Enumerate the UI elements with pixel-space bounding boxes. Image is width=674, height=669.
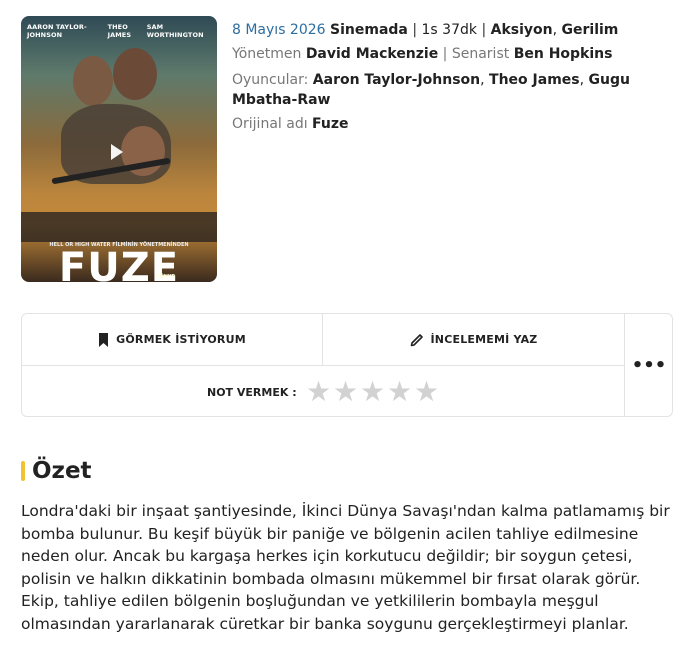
crew-row: Yönetmen David Mackenzie | Senarist Ben … bbox=[232, 46, 613, 62]
release-status: Sinemada bbox=[330, 22, 408, 38]
action-box: GÖRMEK İSTİYORUM İNCELEMEMİ YAZ NOT VERM… bbox=[21, 313, 673, 417]
poster-figure-2 bbox=[113, 48, 157, 100]
star-icon[interactable]: ★ bbox=[306, 378, 333, 406]
original-title-row: Orijinal adı Fuze bbox=[232, 114, 662, 134]
genre-link-2[interactable]: Gerilim bbox=[562, 22, 619, 38]
star-icon[interactable]: ★ bbox=[414, 378, 441, 406]
star-icon[interactable]: ★ bbox=[387, 378, 414, 406]
poster-figure-1 bbox=[73, 56, 113, 106]
director-link[interactable]: David Mackenzie bbox=[306, 46, 438, 62]
bookmark-icon bbox=[99, 332, 109, 347]
cast-row: Oyuncular: Aaron Taylor-Johnson, Theo Ja… bbox=[232, 72, 630, 108]
cast-link-2[interactable]: Theo James bbox=[489, 72, 580, 88]
write-review-label: İNCELEMEMİ YAZ bbox=[430, 333, 538, 346]
duration: 1s 37dk bbox=[421, 22, 477, 38]
release-row: 8 Mayıs 2026 Sinemada | 1s 37dk | Aksiyo… bbox=[232, 22, 619, 38]
poster-actor-3: SAM WORTHINGTON bbox=[146, 23, 204, 39]
star-icon[interactable]: ★ bbox=[333, 378, 360, 406]
heading-accent-bar bbox=[21, 461, 25, 481]
writer-link[interactable]: Ben Hopkins bbox=[514, 46, 613, 62]
genre-link-1[interactable]: Aksiyon bbox=[491, 22, 553, 38]
poster-actor-names: AARON TAYLOR-JOHNSON THEO JAMES SAM WORT… bbox=[27, 23, 211, 39]
more-options-icon[interactable]: ••• bbox=[625, 314, 673, 416]
rating-row: NOT VERMEK : ★ ★ ★ ★ ★ bbox=[22, 366, 624, 418]
poster-skyline bbox=[21, 212, 217, 242]
original-title-label: Orijinal adı bbox=[232, 116, 308, 132]
writer-label: Senarist bbox=[451, 46, 510, 62]
play-icon[interactable] bbox=[111, 144, 123, 160]
movie-info: 8 Mayıs 2026 Sinemada | 1s 37dk | Aksiyo… bbox=[232, 20, 662, 138]
movie-poster[interactable]: AARON TAYLOR-JOHNSON THEO JAMES SAM WORT… bbox=[21, 16, 217, 282]
poster-title: FUZE bbox=[58, 245, 180, 282]
star-icon[interactable]: ★ bbox=[360, 378, 387, 406]
watchlist-label: GÖRMEK İSTİYORUM bbox=[116, 333, 246, 346]
cast-label: Oyuncular: bbox=[232, 72, 309, 88]
summary-text: Londra'daki bir inşaat şantiyesinde, İki… bbox=[21, 502, 670, 633]
poster-actor-1: AARON TAYLOR-JOHNSON bbox=[27, 23, 87, 39]
write-review-button[interactable]: İNCELEMEMİ YAZ bbox=[323, 314, 624, 365]
cast-link-1[interactable]: Aaron Taylor-Johnson bbox=[313, 72, 480, 88]
release-date: 8 Mayıs 2026 bbox=[232, 22, 326, 38]
poster-actor-2: THEO JAMES bbox=[107, 23, 132, 39]
watchlist-button[interactable]: GÖRMEK İSTİYORUM bbox=[22, 314, 322, 365]
original-title: Fuze bbox=[312, 116, 349, 132]
pencil-icon bbox=[410, 333, 423, 346]
star-rating[interactable]: ★ ★ ★ ★ ★ bbox=[306, 378, 441, 406]
summary-heading: Özet bbox=[21, 458, 92, 484]
director-label: Yönetmen bbox=[232, 46, 302, 62]
summary-title: Özet bbox=[32, 458, 92, 484]
poster-subtitle: FÜNYE bbox=[156, 274, 175, 280]
rating-label: NOT VERMEK : bbox=[207, 385, 297, 399]
